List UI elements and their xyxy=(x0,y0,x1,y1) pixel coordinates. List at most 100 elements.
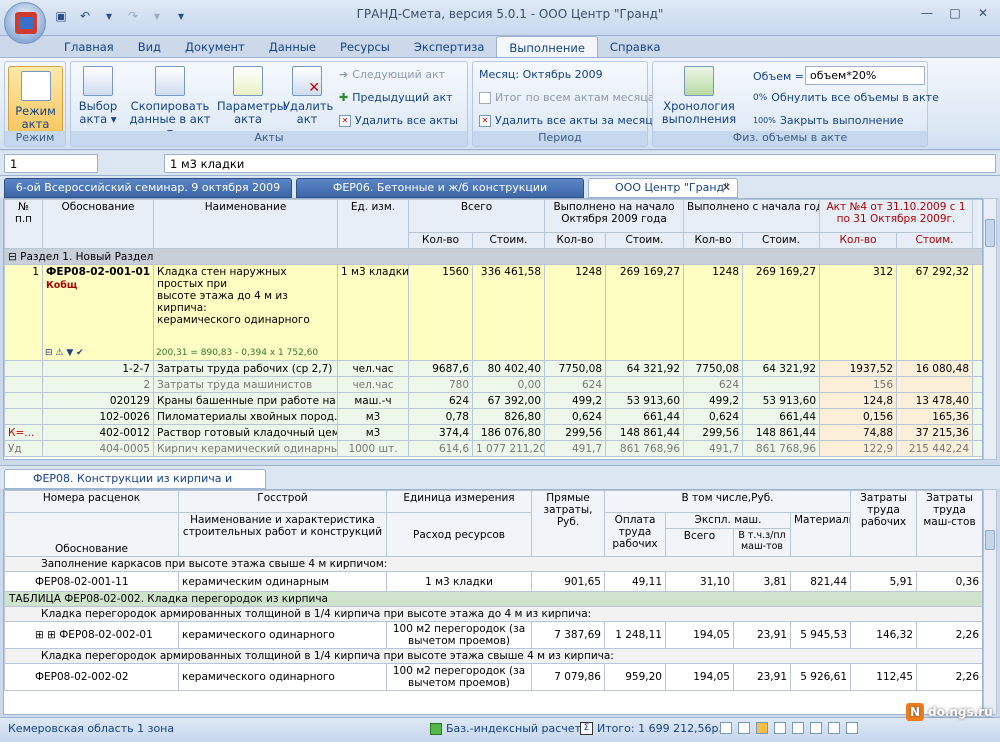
redo-dropdown-icon[interactable]: ▾ xyxy=(148,7,166,25)
tab-document[interactable]: Документ xyxy=(173,36,257,58)
tab-expertise[interactable]: Экспертиза xyxy=(402,36,497,58)
lcol-codes[interactable]: Номера расценок xyxy=(4,490,179,513)
cell-ref-field[interactable]: 1 xyxy=(4,154,98,173)
resource-row[interactable]: 1-2-7 Затраты труда рабочих (ср 2,7) чел.ч… xyxy=(4,360,982,377)
resource-row[interactable]: Уд 404-0005 Кирпич керамический одинарный.… xyxy=(4,440,982,457)
col-total-qty[interactable]: Кол-во xyxy=(408,232,473,249)
close-button[interactable]: ✕ xyxy=(970,4,996,22)
lcol-machines[interactable]: Экспл. маш. xyxy=(665,512,791,529)
rate-row[interactable]: ФЕР08-02-001-11 керамическим одинарным 1 м… xyxy=(4,571,982,592)
col-month-cost[interactable]: Стоим. xyxy=(605,232,685,249)
resource-row[interactable]: К=... 402-0012 Раствор готовый кладочный ц… xyxy=(4,424,982,441)
col-name[interactable]: Наименование xyxy=(153,199,338,249)
lcol-labor-pay[interactable]: Оплата труда рабочих xyxy=(604,512,666,557)
resource-row[interactable]: 2 Затраты труда машинистов чел.час 780 0,00 6… xyxy=(4,376,982,393)
table-section-row[interactable]: ТАБЛИЦА ФЕР08-02-002. Кладка перегородок… xyxy=(4,591,982,607)
save-icon[interactable]: ▣ xyxy=(52,7,70,25)
view3-icon[interactable] xyxy=(756,722,768,734)
view5-icon[interactable] xyxy=(792,722,804,734)
act-params-button[interactable]: Параметры акта xyxy=(217,66,286,126)
col-act-cost[interactable]: Стоим. xyxy=(896,232,974,249)
lcol-unit[interactable]: Единица измерения xyxy=(386,490,532,513)
col-total[interactable]: Всего xyxy=(407,199,546,233)
lcol-gosstroy[interactable]: Госстрой xyxy=(178,490,387,513)
grid-scroll-thumb[interactable] xyxy=(985,219,995,247)
group-caption-row[interactable]: Кладка перегородок армированных толщиной… xyxy=(4,648,982,664)
lcol-incl[interactable]: В том числе,Руб. xyxy=(603,490,852,513)
lcol-basis[interactable]: Обоснование xyxy=(4,512,179,557)
col-total-cost[interactable]: Стоим. xyxy=(471,232,546,249)
row-unit[interactable]: 1 м3 кладки xyxy=(337,264,409,361)
lcol-labor-cost[interactable]: Затраты труда рабочих xyxy=(850,490,918,557)
rates-scrollbar[interactable] xyxy=(983,489,997,715)
zero-volumes-button[interactable]: 0% Обнулить все объемы в акте xyxy=(753,91,939,104)
delete-all-acts-button[interactable]: ✕ Удалить все акты xyxy=(339,114,458,127)
select-act-button[interactable]: Выбор акта ▾ xyxy=(75,66,121,126)
prev-act-button[interactable]: ✚ Предыдущий акт xyxy=(339,91,453,104)
view8-icon[interactable] xyxy=(846,722,858,734)
rate-row[interactable]: ФЕР08-02-002-02 керамического одинарного 1… xyxy=(4,663,982,691)
lower-tab-fer08[interactable]: ФЕР08. Конструкции из кирпича и блоков✕ xyxy=(4,469,266,503)
delete-month-acts-button[interactable]: ✕ Удалить все акты за месяц xyxy=(479,114,653,127)
month-label[interactable]: Месяц: Октябрь 2009 xyxy=(479,68,603,81)
lcol-materials[interactable]: Материалы xyxy=(789,512,852,557)
copy-data-button[interactable]: Скопировать данные в акт ▾ xyxy=(127,66,213,139)
tab-resources[interactable]: Ресурсы xyxy=(328,36,402,58)
undo-dropdown-icon[interactable]: ▾ xyxy=(100,7,118,25)
lcol-resources[interactable]: Расход ресурсов xyxy=(386,512,532,557)
col-act-qty[interactable]: Кол-во xyxy=(819,232,898,249)
next-act-button[interactable]: ➔ Следующий акт xyxy=(339,68,445,81)
tab-execution[interactable]: Выполнение xyxy=(496,36,598,58)
view7-icon[interactable] xyxy=(828,722,840,734)
close-exec-button[interactable]: 100% Закрыть выполнение xyxy=(753,114,904,127)
minimize-button[interactable]: — xyxy=(914,4,940,22)
act-mode-button[interactable]: Режим акта xyxy=(8,66,63,132)
doc-tab-grand[interactable]: ООО Центр "Гранд" ✕ xyxy=(588,178,738,198)
customize-qat-icon[interactable]: ▾ xyxy=(172,7,190,25)
redo-icon[interactable]: ↷ xyxy=(124,7,142,25)
col-done-year[interactable]: Выполнено с начала года xyxy=(683,199,821,233)
view4-icon[interactable] xyxy=(774,722,786,734)
col-year-qty[interactable]: Кол-во xyxy=(683,232,744,249)
rates-scroll-thumb[interactable] xyxy=(985,530,995,550)
tab-help[interactable]: Справка xyxy=(598,36,673,58)
col-unit[interactable]: Ед. изм. xyxy=(337,199,409,249)
group-caption-row[interactable]: Кладка перегородок армированных толщиной… xyxy=(4,606,982,622)
lcol-mach-cost[interactable]: Затраты труда маш-стов xyxy=(916,490,982,557)
col-basis[interactable]: Обоснование xyxy=(42,199,154,249)
close-tab-icon[interactable]: ✕ xyxy=(722,179,731,197)
col-month-qty[interactable]: Кол-во xyxy=(544,232,607,249)
doc-tab-fer06[interactable]: ФЕР06. Бетонные и ж/б конструкции моноли… xyxy=(296,178,584,212)
main-estimate-row[interactable]: 1 ФЕР08-02-001-01 ⎘ Кобщ ⊟ ⚠ ▼ ✔ Кладка … xyxy=(4,264,982,361)
view1-icon[interactable] xyxy=(720,722,732,734)
cell-value-field[interactable]: 1 м3 кладки xyxy=(164,154,996,173)
volume-input[interactable]: объем*20% xyxy=(805,66,925,85)
resource-row[interactable]: 020129 Краны башенные при работе на д... м… xyxy=(4,392,982,409)
grid-scrollbar[interactable] xyxy=(983,198,997,460)
collapse-icon[interactable]: ⊟ xyxy=(8,251,17,263)
lcol-direct[interactable]: Прямые затраты, Руб. xyxy=(531,490,605,557)
view6-icon[interactable] xyxy=(810,722,822,734)
status-calc[interactable]: Баз.-индексный расчет xyxy=(430,722,581,735)
maximize-button[interactable]: □ xyxy=(942,4,968,22)
section-row[interactable]: ⊟ Раздел 1. Новый Раздел xyxy=(4,248,982,265)
lcol-m-incl[interactable]: В т.ч.з/пл маш-тов xyxy=(733,528,791,557)
tab-data[interactable]: Данные xyxy=(257,36,328,58)
view2-icon[interactable] xyxy=(738,722,750,734)
rate-row[interactable]: ⊞ ⊞ ФЕР08-02-002-01 керамического одинарн… xyxy=(4,621,982,649)
lcol-m-total[interactable]: Всего xyxy=(665,528,734,557)
col-done-month[interactable]: Выполнено на начало Октября 2009 года xyxy=(544,199,685,233)
doc-tab-seminar[interactable]: 6-ой Всероссийский семинар. 9 октября 20… xyxy=(4,178,292,212)
tab-view[interactable]: Вид xyxy=(126,36,173,58)
col-year-cost[interactable]: Стоим. xyxy=(742,232,821,249)
undo-icon[interactable]: ↶ xyxy=(76,7,94,25)
resource-row[interactable]: 102-0026 Пиломатериалы хвойных пород. ...… xyxy=(4,408,982,425)
lcol-desc[interactable]: Наименование и характеристика строительн… xyxy=(178,512,387,557)
group-caption-row[interactable]: Заполнение каркасов при высоте этажа свы… xyxy=(4,556,982,572)
col-act[interactable]: Акт №4 от 31.10.2009 с 1 по 31 Октября 2… xyxy=(819,199,974,233)
chronology-button[interactable]: Хронология выполнения ... xyxy=(657,66,741,139)
col-num[interactable]: № п.п xyxy=(4,199,43,249)
month-total-button[interactable]: Итог по всем актам месяца xyxy=(479,91,654,104)
app-menu-button[interactable] xyxy=(4,2,46,44)
delete-act-button[interactable]: ✕ Удалить акт xyxy=(283,66,333,126)
